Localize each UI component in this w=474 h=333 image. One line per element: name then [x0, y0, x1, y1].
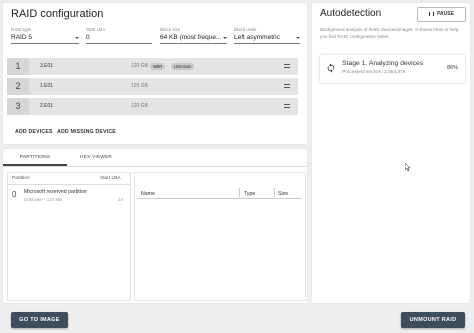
add-devices-button[interactable]: ADD DEVICES: [15, 129, 53, 135]
mouse-cursor-icon: [405, 163, 411, 172]
start-lba-column-header: Start LBA: [100, 176, 121, 181]
pause-icon: [429, 11, 435, 16]
start-lba-label: Start LBA: [86, 27, 106, 32]
device-tag-chip: MBR: [150, 63, 166, 70]
block-size-value: 64 KB (most freque...: [160, 34, 222, 41]
header-divider: [8, 184, 130, 185]
page-title: RAID configuration: [11, 8, 104, 20]
name-column-header: Name: [141, 191, 155, 197]
pause-label: PAUSE: [437, 11, 454, 17]
block-size-select[interactable]: 64 KB (most freque...: [160, 33, 227, 44]
device-size: 120 GB: [131, 63, 148, 69]
device-size: 120 GB: [131, 103, 148, 109]
pause-button[interactable]: PAUSE: [417, 7, 466, 22]
device-size: 120 GB: [131, 83, 148, 89]
device-name: 1.E01: [40, 83, 54, 89]
partition-column-header: Partition: [12, 176, 30, 181]
device-index: 1: [7, 58, 29, 75]
stage-title: Stage 1. Analyzing devices: [342, 60, 424, 67]
start-lba-input[interactable]: 0: [86, 33, 152, 44]
tab-hex-viewer[interactable]: HEX VIEWER: [67, 149, 125, 166]
go-to-image-button[interactable]: GO TO IMAGE: [11, 312, 68, 328]
raid-type-label: RAID type: [11, 27, 32, 32]
block-order-value: Left asymmetric: [234, 34, 280, 41]
size-column-header: Size: [278, 191, 289, 197]
device-name: 2.E01: [40, 103, 54, 109]
partition-index: 0: [12, 190, 17, 199]
drag-handle-icon[interactable]: [284, 84, 290, 88]
block-size-label: Block size: [160, 27, 181, 32]
unmount-raid-button[interactable]: UNMOUNT RAID: [401, 312, 465, 328]
stage-processed-sectors: Processed sectors: 2,584,576: [342, 70, 406, 75]
column-divider: [274, 188, 275, 197]
device-row[interactable]: 2 1.E01 120 GB: [7, 78, 298, 95]
drag-handle-icon[interactable]: [284, 64, 290, 68]
block-order-label: Block order: [234, 27, 257, 32]
device-index: 3: [7, 98, 29, 115]
chevron-down-icon: [296, 37, 300, 39]
list-item[interactable]: 0 Microsoft reserved partition Unknown ·…: [8, 187, 130, 205]
device-name: 3.E01: [40, 63, 54, 69]
block-order-select[interactable]: Left asymmetric: [234, 33, 300, 44]
type-column-header: Type: [244, 191, 256, 197]
autodetection-title: Autodetection: [320, 8, 382, 19]
device-row[interactable]: 1 3.E01 120 GB MBR Unknown: [7, 58, 298, 75]
partition-start-lba: 34: [118, 197, 124, 202]
column-divider: [239, 188, 240, 197]
header-divider: [137, 198, 302, 199]
partition-properties: Name Type Size: [134, 172, 306, 301]
stage-card: Stage 1. Analyzing devices Processed sec…: [320, 55, 465, 83]
partition-name: Microsoft reserved partition: [24, 189, 87, 195]
device-tag-chip: Unknown: [171, 63, 195, 70]
raid-type-select[interactable]: RAID 5: [11, 33, 79, 44]
drag-handle-icon[interactable]: [284, 104, 290, 108]
partition-list: Partition Start LBA 0 Microsoft reserved…: [7, 172, 131, 301]
device-index: 2: [7, 78, 29, 95]
partition-detail: Unknown · 134 MB: [24, 197, 63, 202]
autodetection-panel: [312, 3, 470, 303]
raid-type-value: RAID 5: [11, 34, 32, 41]
progress-percent: 86%: [446, 65, 458, 71]
device-row[interactable]: 3 2.E01 120 GB: [7, 98, 298, 115]
chevron-down-icon: [223, 37, 227, 39]
add-missing-device-button[interactable]: ADD MISSING DEVICE: [57, 129, 116, 135]
autodetection-description: Background analysis of RAID devices/imag…: [320, 27, 459, 39]
chevron-down-icon: [75, 37, 79, 39]
tab-divider: [3, 166, 307, 167]
sync-icon: [327, 63, 335, 73]
